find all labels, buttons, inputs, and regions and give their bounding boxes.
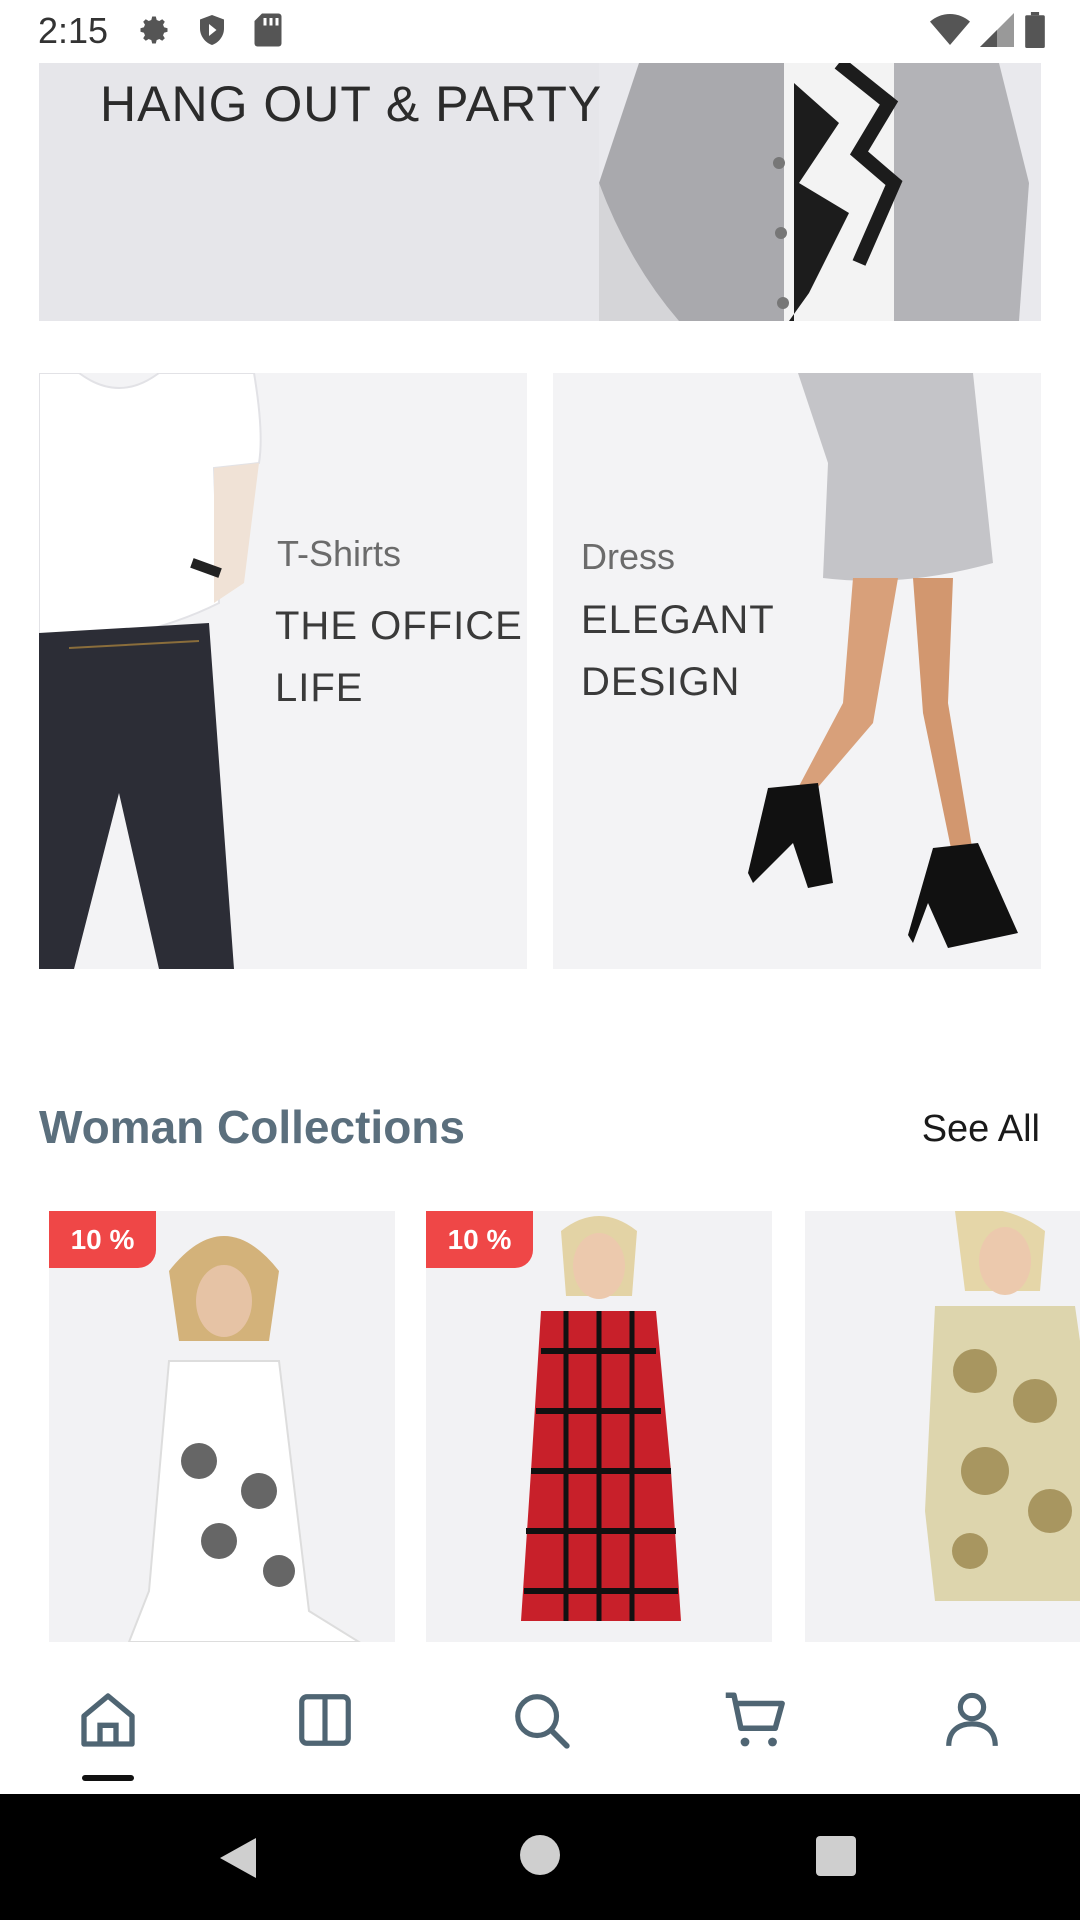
cell-signal-icon bbox=[980, 13, 1014, 47]
status-icons-right bbox=[930, 12, 1046, 48]
battery-icon bbox=[1025, 12, 1045, 48]
nav-profile[interactable] bbox=[932, 1680, 1012, 1760]
section-title: Woman Collections bbox=[39, 1101, 465, 1153]
category-title-line2: DESIGN bbox=[581, 660, 741, 704]
gear-icon bbox=[140, 16, 168, 44]
catalog-icon bbox=[299, 1694, 351, 1746]
bottom-nav bbox=[0, 1642, 1080, 1794]
back-icon[interactable] bbox=[216, 1834, 260, 1882]
wifi-icon bbox=[930, 14, 970, 45]
active-tab-indicator bbox=[82, 1775, 134, 1781]
category-title-line1: ELEGANT bbox=[581, 598, 775, 642]
category-title-line2: LIFE bbox=[275, 666, 364, 710]
shield-icon bbox=[200, 15, 224, 45]
product-card[interactable] bbox=[805, 1211, 1080, 1642]
search-icon bbox=[515, 1694, 570, 1749]
product-image bbox=[49, 1211, 395, 1642]
category-title-line1: THE OFFICE bbox=[275, 604, 523, 648]
category-card-dress[interactable]: Dress ELEGANT DESIGN bbox=[553, 373, 1041, 969]
product-image bbox=[426, 1211, 772, 1642]
status-time: 2:15 bbox=[38, 10, 109, 51]
sd-card-icon bbox=[254, 13, 282, 47]
home-circle-icon[interactable] bbox=[520, 1835, 560, 1875]
product-card[interactable]: 10 % bbox=[426, 1211, 772, 1642]
nav-home[interactable] bbox=[68, 1680, 148, 1760]
product-card[interactable]: 10 % bbox=[49, 1211, 395, 1642]
status-icons-left bbox=[136, 12, 284, 48]
profile-icon bbox=[946, 1692, 998, 1747]
category-subtitle: T-Shirts bbox=[277, 533, 402, 574]
nav-catalog[interactable] bbox=[285, 1680, 365, 1760]
product-image bbox=[805, 1211, 1080, 1642]
status-bar: 2:15 bbox=[0, 0, 1080, 63]
see-all-link[interactable]: See All bbox=[922, 1108, 1040, 1151]
system-nav-bar bbox=[0, 1794, 1080, 1920]
home-icon bbox=[81, 1693, 135, 1747]
recents-icon[interactable] bbox=[816, 1836, 856, 1876]
category-card-tshirts[interactable]: T-Shirts THE OFFICE LIFE bbox=[39, 373, 527, 969]
hero-banner[interactable]: HANG OUT & PARTY bbox=[39, 63, 1041, 321]
category-subtitle: Dress bbox=[581, 536, 676, 577]
discount-badge: 10 % bbox=[426, 1211, 533, 1268]
nav-cart[interactable] bbox=[716, 1680, 796, 1760]
discount-badge: 10 % bbox=[49, 1211, 156, 1268]
hero-title: HANG OUT & PARTY bbox=[100, 76, 603, 132]
nav-search[interactable] bbox=[501, 1680, 581, 1760]
cart-icon bbox=[725, 1692, 785, 1747]
